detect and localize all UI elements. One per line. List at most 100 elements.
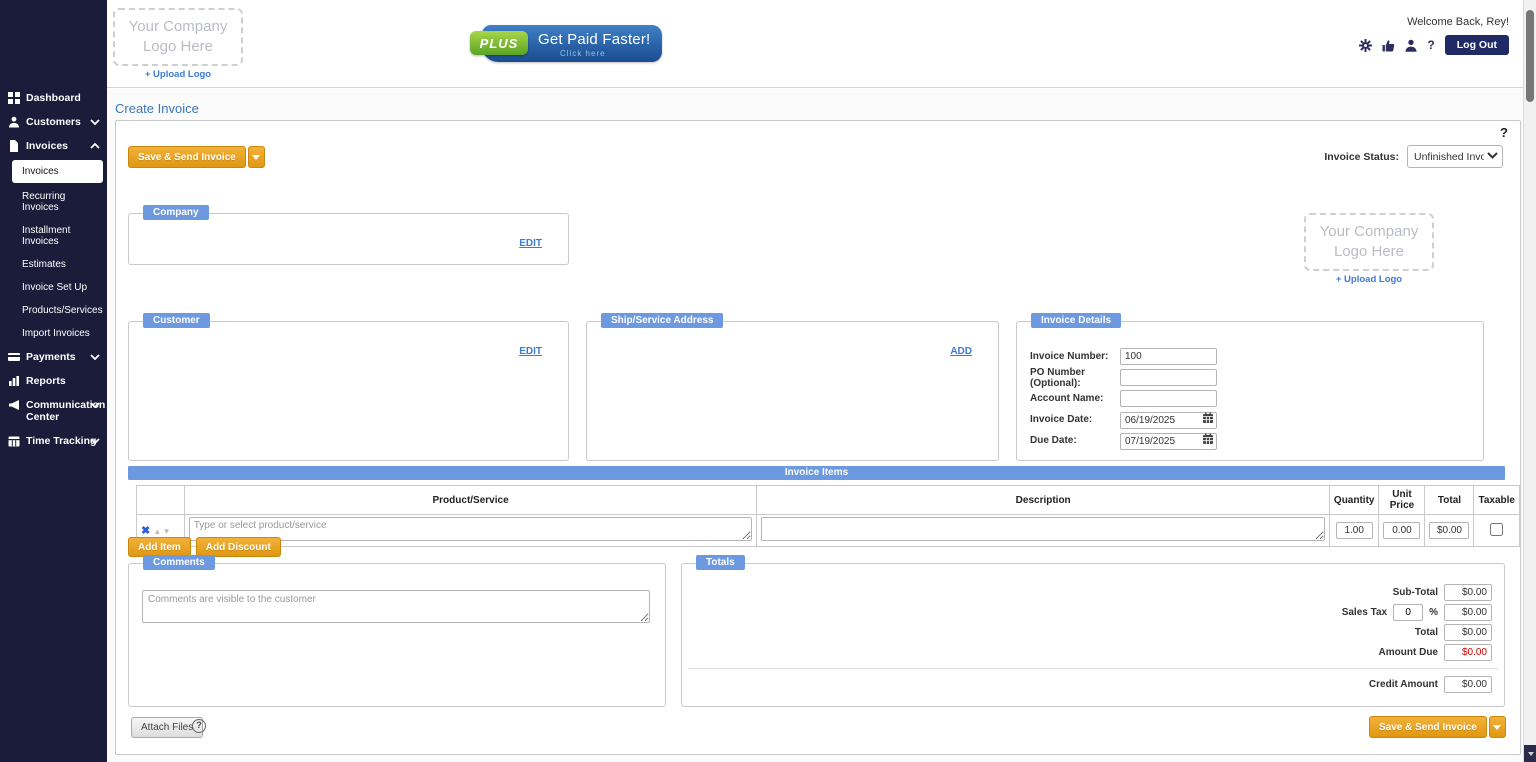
sidebar-subitem-invoices[interactable]: Invoices <box>12 160 103 183</box>
chevron-up-icon <box>90 143 100 149</box>
upload-logo-link[interactable]: + Upload Logo <box>113 69 243 80</box>
sidebar-item-payments[interactable]: Payments <box>0 345 107 369</box>
due-date-label: Due Date: <box>1030 435 1120 446</box>
thumbs-up-icon[interactable] <box>1382 39 1395 52</box>
attach-help-icon[interactable]: ? <box>192 719 206 733</box>
credit-amount-label: Credit Amount <box>1369 679 1438 690</box>
items-header-row: Product/Service Description Quantity Uni… <box>137 486 1520 515</box>
quantity-header: Quantity <box>1329 486 1379 515</box>
sidebar-subitem-recurring-invoices[interactable]: Recurring Invoices <box>0 185 107 219</box>
reports-icon <box>8 375 20 387</box>
customer-edit-link[interactable]: EDIT <box>519 346 542 357</box>
calendar-icon[interactable] <box>1202 433 1214 445</box>
credit-amount-value: $0.00 <box>1444 676 1492 693</box>
add-discount-button[interactable]: Add Discount <box>196 537 281 557</box>
sidebar-subitem-estimates[interactable]: Estimates <box>0 253 107 276</box>
caret-down-icon <box>1528 752 1534 756</box>
user-icon[interactable] <box>1405 39 1417 52</box>
save-send-invoice-split-button: Save & Send Invoice <box>128 146 265 168</box>
save-send-invoice-button[interactable]: Save & Send Invoice <box>128 146 246 168</box>
logout-button[interactable]: Log Out <box>1445 35 1509 55</box>
sidebar-item-label: Communication Center <box>26 399 84 423</box>
totals-divider <box>688 668 1498 669</box>
ship-address-legend: Ship/Service Address <box>601 313 723 328</box>
credit-amount-row: Credit Amount $0.00 <box>1369 676 1492 693</box>
account-name-row: Account Name: <box>1030 388 1475 409</box>
calendar-icon[interactable] <box>1202 412 1214 424</box>
description-input[interactable] <box>761 517 1325 541</box>
sidebar-item-customers[interactable]: Customers <box>0 110 107 134</box>
upload-logo-link[interactable]: + Upload Logo <box>1304 274 1434 285</box>
sidebar-subitem-invoice-set-up[interactable]: Invoice Set Up <box>0 276 107 299</box>
banner-title: Get Paid Faster! <box>538 31 650 48</box>
invoice-number-input[interactable] <box>1120 348 1217 365</box>
subtotal-value: $0.00 <box>1444 584 1492 601</box>
invoice-status-select[interactable]: Unfinished Invoices <box>1407 145 1503 168</box>
invoice-date-label: Invoice Date: <box>1030 414 1120 425</box>
scroll-down-button[interactable] <box>1524 745 1536 762</box>
help-icon[interactable]: ? <box>1427 38 1434 52</box>
move-row-up-icon[interactable]: ▴ <box>155 526 160 536</box>
add-item-button[interactable]: Add Item <box>128 537 191 557</box>
total-row: Total $0.00 <box>1342 624 1492 641</box>
delete-row-icon[interactable]: ✖ <box>141 525 150 537</box>
sidebar-item-invoices[interactable]: Invoices <box>0 134 107 158</box>
unit-price-input[interactable] <box>1383 522 1420 539</box>
unit-price-header: Unit Price <box>1379 486 1425 515</box>
invoice-items-header: Invoice Items <box>128 466 1505 480</box>
invoices-submenu: Invoices Recurring Invoices Installment … <box>0 160 107 345</box>
sidebar-item-communication-center[interactable]: Communication Center <box>0 393 107 429</box>
total-value: $0.00 <box>1444 624 1492 641</box>
subtotal-label: Sub-Total <box>1393 587 1438 598</box>
ship-service-address-section: Ship/Service Address ADD <box>586 321 999 461</box>
description-header: Description <box>757 486 1330 515</box>
get-paid-faster-banner[interactable]: PLUS Get Paid Faster! Click here <box>470 25 662 62</box>
product-service-header: Product/Service <box>184 486 757 515</box>
welcome-message: Welcome Back, Rey! <box>1359 16 1509 28</box>
gear-icon[interactable] <box>1359 39 1372 52</box>
sidebar-item-dashboard[interactable]: Dashboard <box>0 86 107 110</box>
taxable-checkbox[interactable] <box>1490 523 1503 536</box>
sales-tax-rate-input[interactable] <box>1393 604 1423 621</box>
ship-address-add-link[interactable]: ADD <box>950 346 972 357</box>
page-scrollbar[interactable] <box>1523 0 1536 762</box>
quantity-input[interactable] <box>1336 522 1373 539</box>
customers-icon <box>8 116 20 128</box>
account-name-label: Account Name: <box>1030 393 1120 404</box>
sidebar-item-time-tracking[interactable]: Time Tracking <box>0 429 107 453</box>
invoice-logo-placeholder[interactable]: Your Company Logo Here <box>1304 213 1434 271</box>
payments-icon <box>8 351 20 363</box>
sidebar-item-label: Dashboard <box>26 92 81 104</box>
chevron-down-icon <box>90 438 100 444</box>
invoice-items-table: Product/Service Description Quantity Uni… <box>136 485 1520 547</box>
panel-help-icon[interactable]: ? <box>1500 125 1508 140</box>
sidebar-item-label: Time Tracking <box>26 435 96 447</box>
invoice-status-label: Invoice Status: <box>1324 151 1399 163</box>
invoices-icon <box>8 140 20 152</box>
move-row-down-icon[interactable]: ▾ <box>164 526 169 536</box>
po-number-input[interactable] <box>1120 369 1217 386</box>
company-logo-placeholder[interactable]: Your Company Logo Here <box>113 8 243 66</box>
sidebar-subitem-import-invoices[interactable]: Import Invoices <box>0 322 107 345</box>
banner-click-here[interactable]: Click here <box>560 49 606 58</box>
company-legend: Company <box>143 205 209 220</box>
account-name-input[interactable] <box>1120 390 1217 407</box>
row-total-value <box>1429 522 1469 539</box>
sidebar-item-label: Invoices <box>26 140 68 152</box>
company-edit-link[interactable]: EDIT <box>519 238 542 249</box>
save-send-dropdown-button[interactable] <box>248 146 265 168</box>
comments-section: Comments <box>128 563 666 707</box>
items-actions-header <box>137 486 185 515</box>
caret-down-icon <box>252 155 260 160</box>
save-send-dropdown-button-bottom[interactable] <box>1489 716 1506 738</box>
sidebar-subitem-installment-invoices[interactable]: Installment Invoices <box>0 219 107 253</box>
due-date-row: Due Date: <box>1030 430 1475 451</box>
sidebar: Dashboard Customers Invoices Invoices Re… <box>0 0 107 762</box>
invoice-status-area: Invoice Status: Unfinished Invoices <box>1324 145 1503 168</box>
save-send-invoice-button-bottom[interactable]: Save & Send Invoice <box>1369 716 1487 738</box>
sidebar-subitem-products-services[interactable]: Products/Services <box>0 299 107 322</box>
scrollbar-thumb[interactable] <box>1526 10 1534 102</box>
sidebar-item-reports[interactable]: Reports <box>0 369 107 393</box>
header: Your Company Logo Here + Upload Logo PLU… <box>107 0 1523 88</box>
comments-input[interactable] <box>142 590 650 623</box>
